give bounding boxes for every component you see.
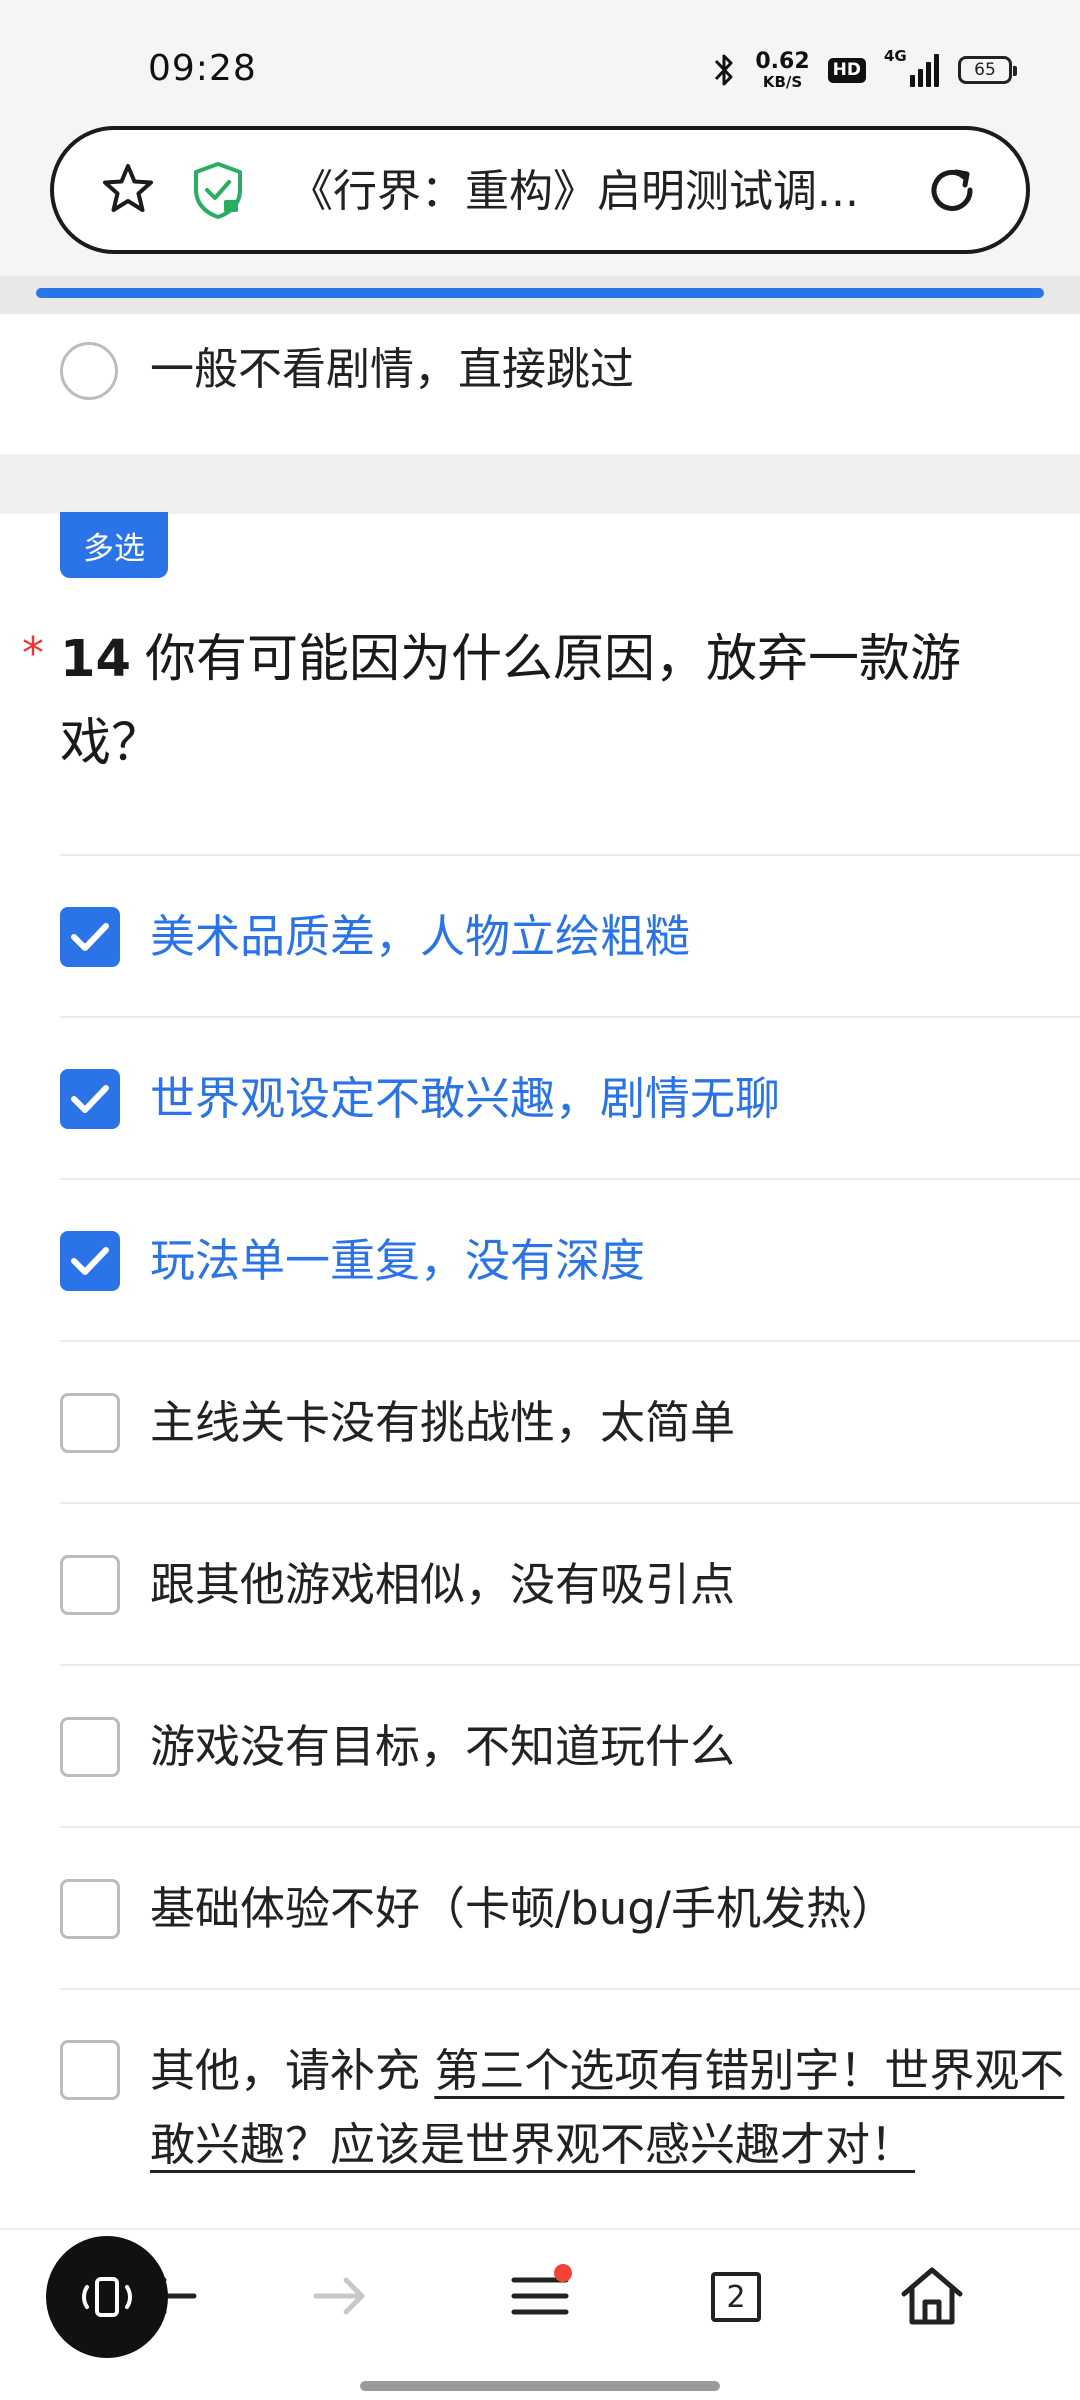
- option-label: 主线关卡没有挑战性，太简单: [150, 1396, 736, 1449]
- signal-icon: 4G: [884, 47, 940, 87]
- checkmark-icon: [71, 1085, 109, 1113]
- refresh-icon[interactable]: [922, 160, 982, 220]
- checkbox[interactable]: [60, 1879, 120, 1939]
- option-label: 游戏没有目标，不知道玩什么: [150, 1720, 736, 1773]
- security-shield-icon[interactable]: [190, 160, 246, 220]
- option-label: 一般不看剧情，直接跳过: [150, 344, 634, 395]
- question-text: 你有可能因为什么原因，放弃一款游戏？: [60, 630, 961, 773]
- tab-count: 2: [711, 2272, 761, 2322]
- checkbox[interactable]: [60, 1555, 120, 1615]
- page-title[interactable]: 《行界：重构》启明测试调...: [289, 164, 929, 220]
- hd-badge: HD: [827, 57, 866, 83]
- checkbox[interactable]: [60, 1231, 120, 1291]
- checkbox[interactable]: [60, 1393, 120, 1453]
- other-option-label: 其他，请补充: [150, 2044, 421, 2097]
- option-label: 基础体验不好（卡顿/bug/手机发热）: [150, 1882, 896, 1935]
- tabs-button[interactable]: 2: [695, 2256, 775, 2336]
- option-row[interactable]: 美术品质差，人物立绘粗糙: [60, 854, 1080, 1016]
- checkbox[interactable]: [60, 907, 120, 967]
- checkbox[interactable]: [60, 1717, 120, 1777]
- page: 09:28 0.62 KB/S HD 4G 65 《行界：重构》启明测试调...…: [0, 0, 1080, 2400]
- option-row[interactable]: 游戏没有目标，不知道玩什么: [60, 1664, 1080, 1826]
- other-option-row[interactable]: 其他，请补充 第三个选项有错别字！世界观不敢兴趣？应该是世界观不感兴趣才对！: [60, 1988, 1080, 2248]
- network-speed-value: 0.62: [755, 48, 810, 74]
- option-label: 跟其他游戏相似，没有吸引点: [150, 1558, 736, 1611]
- signal-label: 4G: [884, 47, 907, 65]
- network-speed-unit: KB/S: [762, 72, 803, 91]
- required-mark: *: [22, 628, 44, 679]
- option-label: 玩法单一重复，没有深度: [150, 1234, 646, 1287]
- options-list: 美术品质差，人物立绘粗糙 世界观设定不敢兴趣，剧情无聊 玩法单一重复，没有深度 …: [60, 854, 1080, 2248]
- rotate-screen-icon: [82, 2277, 132, 2317]
- option-row[interactable]: 玩法单一重复，没有深度: [60, 1178, 1080, 1340]
- option-label: 美术品质差，人物立绘粗糙: [150, 910, 691, 963]
- multi-select-tag: 多选: [60, 512, 168, 578]
- floating-rotate-button[interactable]: [46, 2236, 168, 2358]
- home-icon[interactable]: [892, 2256, 972, 2336]
- radio-button[interactable]: [60, 342, 118, 400]
- option-row[interactable]: 跟其他游戏相似，没有吸引点: [60, 1502, 1080, 1664]
- address-bar[interactable]: 《行界：重构》启明测试调...: [50, 126, 1030, 254]
- star-icon[interactable]: [98, 160, 158, 220]
- battery-level: 65: [974, 60, 996, 80]
- notification-dot: [554, 2264, 572, 2282]
- other-option: 其他，请补充 第三个选项有错别字！世界观不敢兴趣？应该是世界观不感兴趣才对！: [150, 2034, 1080, 2182]
- option-row[interactable]: 基础体验不好（卡顿/bug/手机发热）: [60, 1826, 1080, 1988]
- question-title: 14 你有可能因为什么原因，放弃一款游戏？: [60, 618, 1020, 786]
- page-load-progress: [36, 288, 1044, 298]
- checkbox[interactable]: [60, 1069, 120, 1129]
- checkmark-icon: [71, 1247, 109, 1275]
- network-speed: 0.62 KB/S: [755, 48, 810, 91]
- bluetooth-icon: [715, 54, 733, 86]
- battery-icon: 65: [958, 56, 1017, 84]
- menu-button[interactable]: [500, 2256, 580, 2336]
- browser-toolbar: 《行界：重构》启明测试调...: [0, 118, 1080, 276]
- forward-arrow-icon[interactable]: [300, 2256, 380, 2336]
- status-icons: 0.62 KB/S HD 4G 65: [711, 47, 1017, 92]
- status-bar: 09:28 0.62 KB/S HD 4G 65: [0, 0, 1080, 118]
- option-row[interactable]: 主线关卡没有挑战性，太简单: [60, 1340, 1080, 1502]
- question-separator: [0, 454, 1080, 514]
- prev-question-option[interactable]: 一般不看剧情，直接跳过: [0, 314, 1080, 454]
- status-time: 09:28: [148, 48, 257, 89]
- other-checkbox[interactable]: [60, 2040, 120, 2100]
- option-row[interactable]: 世界观设定不敢兴趣，剧情无聊: [60, 1016, 1080, 1178]
- question-number: 14: [60, 630, 131, 689]
- home-indicator[interactable]: [360, 2381, 720, 2391]
- checkmark-icon: [71, 923, 109, 951]
- option-label: 世界观设定不敢兴趣，剧情无聊: [150, 1072, 781, 1125]
